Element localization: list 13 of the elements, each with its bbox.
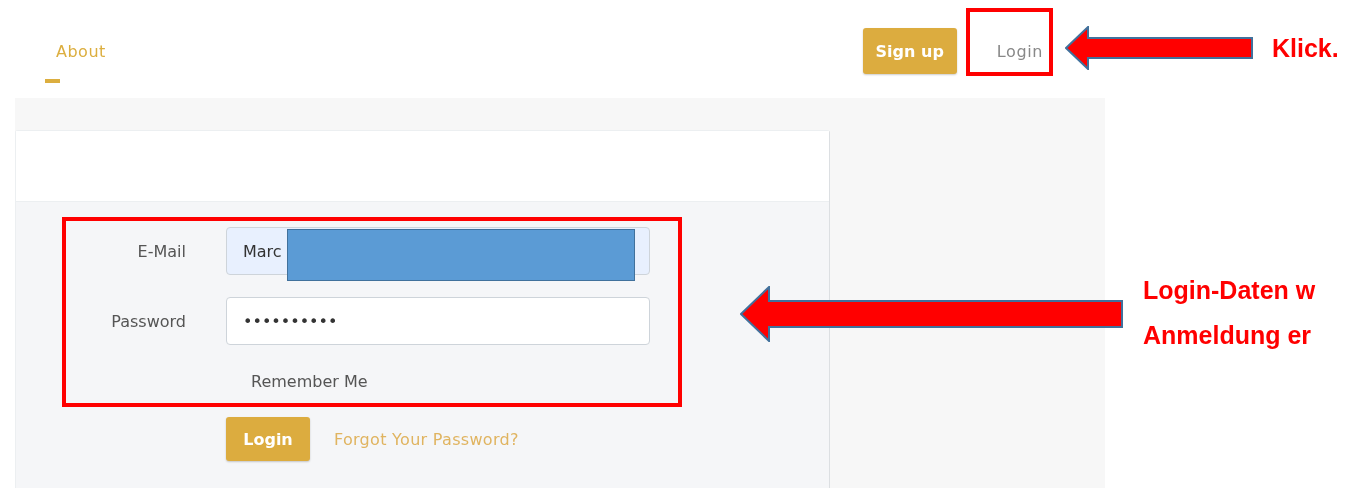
- login-button[interactable]: Login: [226, 417, 310, 461]
- forgot-password-link[interactable]: Forgot Your Password?: [334, 429, 519, 449]
- annotation-text: Login-Daten w Anmeldung er: [1143, 275, 1316, 351]
- nav-link[interactable]: About: [56, 41, 106, 61]
- arrow-icon: [740, 286, 1123, 342]
- field-label: Password: [110, 311, 186, 331]
- annotation-text: Klick.: [1272, 33, 1339, 64]
- login-link[interactable]: Login: [996, 41, 1043, 61]
- field-label: E-Mail: [136, 241, 186, 261]
- sign-up-button[interactable]: Sign up: [862, 28, 957, 74]
- arrow-icon: [1065, 26, 1253, 70]
- password-field[interactable]: ••••••••••: [226, 297, 650, 345]
- remember-me-label: Remember Me: [250, 372, 369, 391]
